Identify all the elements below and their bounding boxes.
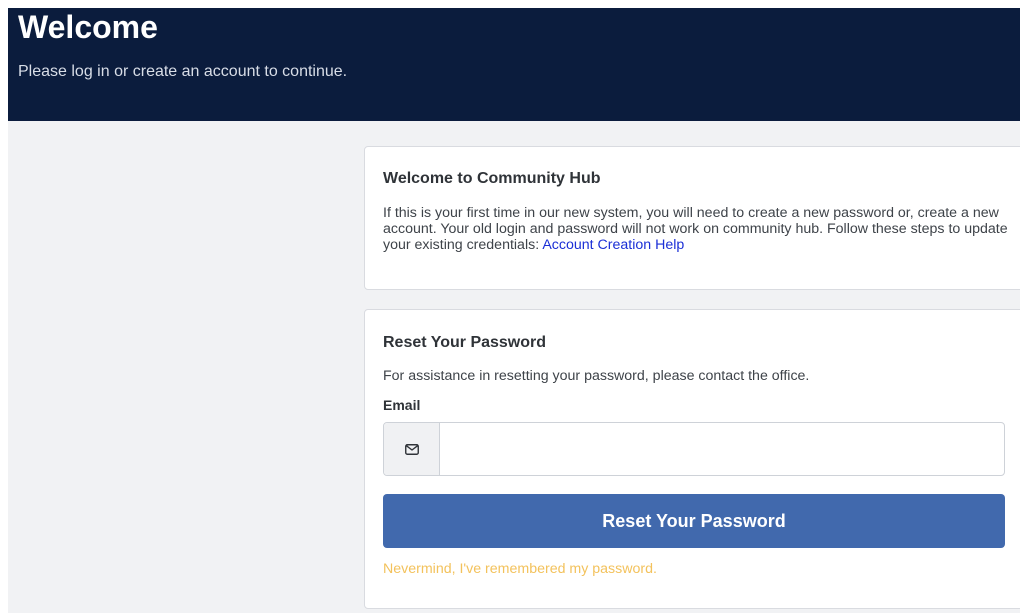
envelope-icon-svg	[404, 443, 419, 455]
welcome-card-title: Welcome to Community Hub	[383, 170, 601, 187]
welcome-card-text: If this is your first time in our new sy…	[383, 205, 1008, 253]
reset-password-button[interactable]: Reset Your Password	[383, 494, 1005, 548]
welcome-card-body: If this is your first time in our new sy…	[383, 205, 1020, 253]
reset-card-title: Reset Your Password	[383, 334, 547, 351]
page-title: Welcome	[18, 9, 158, 45]
page-subtitle: Please log in or create an account to co…	[18, 63, 348, 80]
welcome-card: Welcome to Community Hub If this is your…	[364, 146, 1020, 290]
nevermind-link[interactable]: Nevermind, I've remembered my password.	[383, 560, 657, 578]
envelope-icon	[384, 423, 440, 475]
email-label: Email	[383, 397, 421, 413]
reset-card-description: For assistance in resetting your passwor…	[383, 368, 810, 384]
account-creation-help-link[interactable]: Account Creation Help	[542, 237, 684, 253]
login-page: Welcome Please log in or create an accou…	[0, 0, 1020, 613]
reset-password-card: Reset Your Password For assistance in re…	[364, 309, 1020, 609]
email-input[interactable]	[440, 423, 1004, 475]
page-header: Welcome Please log in or create an accou…	[8, 8, 1020, 121]
email-input-group	[383, 422, 1005, 476]
